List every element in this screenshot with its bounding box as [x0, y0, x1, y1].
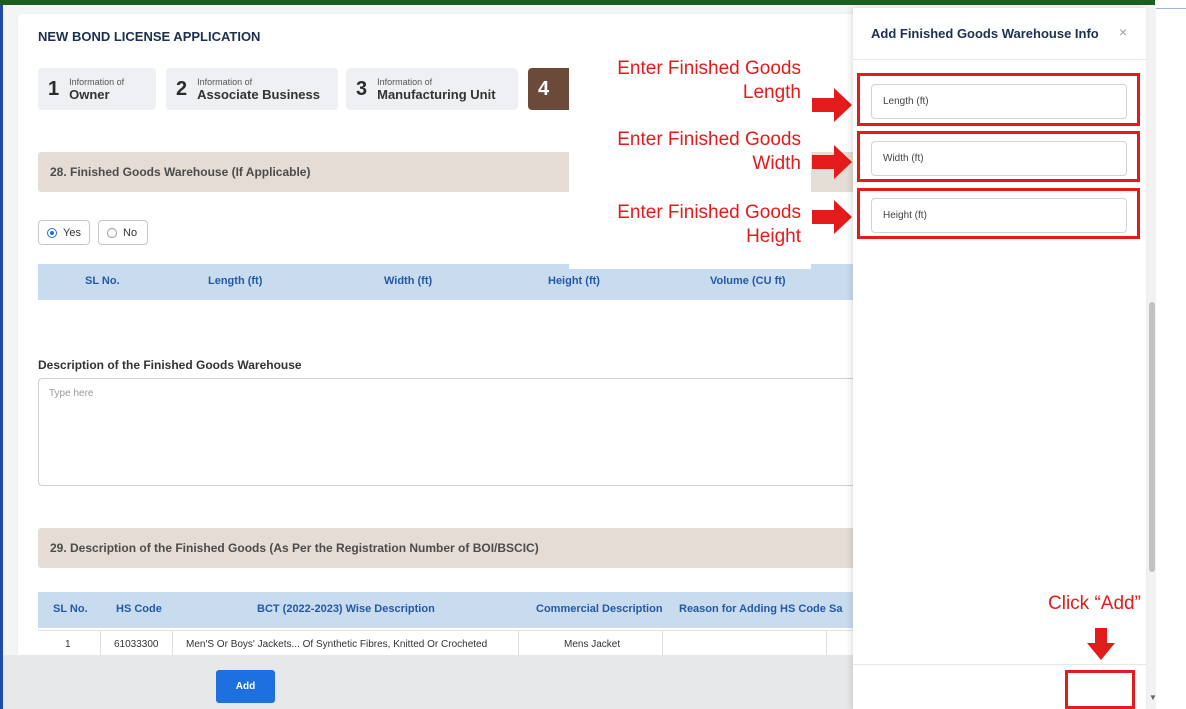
page-title: NEW BOND LICENSE APPLICATION — [38, 29, 261, 44]
col-length: Length (ft) — [208, 275, 263, 287]
description-textarea[interactable]: Type here — [38, 378, 878, 486]
step-caption: Information of — [377, 76, 433, 87]
col-height: Height (ft) — [548, 275, 600, 287]
radio-yes-label: Yes — [63, 226, 81, 239]
step-label: Manufacturing Unit — [377, 86, 496, 102]
annotation-click-add: Click “Add” — [1048, 593, 1141, 614]
highlight-height — [857, 188, 1140, 239]
col-volume: Volume (CU ft) — [710, 275, 786, 287]
section-29-header: 29. Description of the Finished Goods (A… — [38, 528, 878, 568]
step-caption: Information of — [69, 76, 125, 87]
table-row: 1 61033300 Men'S Or Boys' Jackets... Of … — [38, 630, 878, 656]
step-owner[interactable]: 1 Information of Owner — [38, 68, 156, 110]
col-sl-no: SL No. — [53, 603, 88, 615]
arrow-right-icon — [812, 88, 852, 122]
close-icon[interactable]: × — [1119, 24, 1127, 40]
arrow-down-icon — [1087, 628, 1115, 660]
radio-checked-icon — [47, 227, 57, 238]
col-sa: Sa — [829, 603, 843, 615]
step-number: 2 — [176, 77, 188, 100]
annotation-width-text: Enter Finished Goods Width — [617, 129, 801, 174]
annotation-height-text: Enter Finished Goods Height — [617, 202, 801, 247]
frame-right-line — [1155, 8, 1186, 9]
radio-unchecked-icon — [107, 227, 117, 238]
col-sl-no: SL No. — [85, 275, 120, 287]
step-number: 1 — [48, 77, 60, 100]
col-reason: Reason for Adding HS Code — [679, 603, 826, 615]
description-placeholder: Type here — [49, 388, 94, 399]
arrow-right-icon — [812, 145, 852, 179]
annotation-length: Enter Finished Goods Length — [569, 57, 811, 125]
scroll-down-icon[interactable]: ▼ — [1149, 693, 1157, 702]
step-number: 4 — [538, 77, 550, 100]
description-label: Description of the Finished Goods Wareho… — [38, 358, 302, 372]
row-divider — [100, 630, 101, 656]
top-stripe — [0, 0, 1155, 5]
step-label: Associate Business — [197, 86, 320, 102]
row-divider — [518, 630, 519, 656]
col-commercial-description: Commercial Description — [536, 603, 663, 615]
row-divider — [172, 630, 173, 656]
step-number: 3 — [356, 77, 368, 100]
footer-bar — [3, 655, 855, 709]
cell-sl: 1 — [65, 639, 71, 650]
highlight-add — [1065, 670, 1135, 709]
annotation-width: Enter Finished Goods Width — [569, 128, 811, 196]
step-label: Owner — [69, 86, 110, 102]
cell-bct: Men'S Or Boys' Jackets... Of Synthetic F… — [186, 639, 488, 650]
annotation-length-text: Enter Finished Goods Length — [617, 58, 801, 103]
col-bct-description: BCT (2022-2023) Wise Description — [257, 603, 435, 615]
row-divider — [826, 630, 827, 656]
step-caption: Information of — [197, 76, 253, 87]
col-width: Width (ft) — [384, 275, 433, 287]
highlight-width — [857, 131, 1140, 182]
panel-header: Add Finished Goods Warehouse Info × — [853, 8, 1146, 60]
col-hs-code: HS Code — [116, 603, 162, 615]
cell-hs-code: 61033300 — [114, 639, 159, 650]
row-divider — [662, 630, 663, 656]
arrow-right-icon — [812, 200, 852, 234]
step-associate-business[interactable]: 2 Information of Associate Business — [166, 68, 338, 110]
radio-no[interactable]: No — [98, 220, 148, 245]
goods-table-header: SL No. HS Code BCT (2022-2023) Wise Desc… — [38, 592, 878, 628]
radio-yes[interactable]: Yes — [38, 220, 90, 245]
highlight-length — [857, 73, 1140, 126]
panel-title: Add Finished Goods Warehouse Info — [871, 26, 1099, 41]
add-button[interactable]: Add — [216, 670, 275, 703]
scrollbar-thumb[interactable] — [1149, 302, 1155, 572]
warehouse-table-header: SL No. Length (ft) Width (ft) Height (ft… — [38, 264, 878, 300]
step-manufacturing-unit[interactable]: 3 Information of Manufacturing Unit — [346, 68, 518, 110]
annotation-height: Enter Finished Goods Height — [569, 201, 811, 269]
radio-no-label: No — [123, 226, 138, 239]
frame-right — [1155, 0, 1186, 709]
cell-commercial: Mens Jacket — [564, 639, 621, 650]
